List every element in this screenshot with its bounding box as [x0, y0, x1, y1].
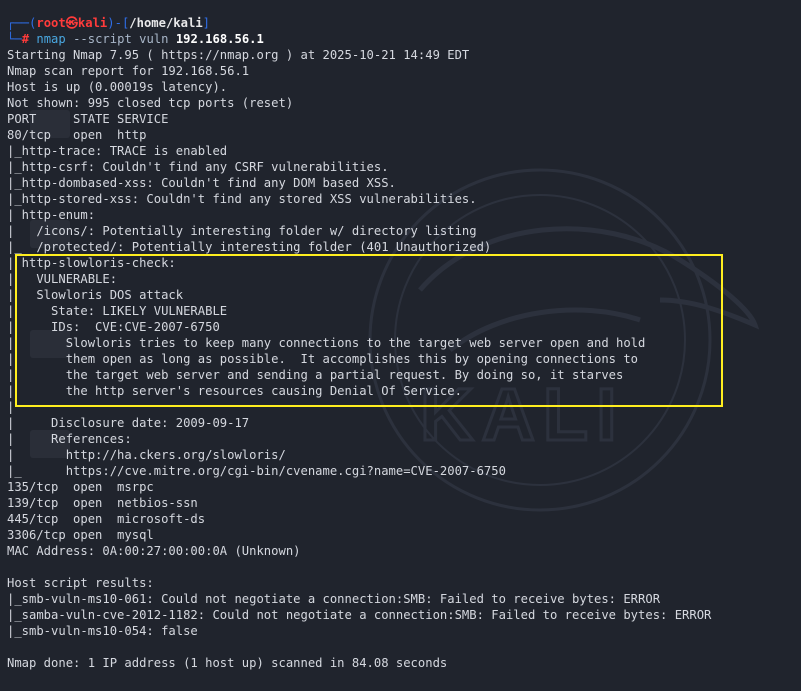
- output-line: 3306/tcp open mysql: [7, 528, 154, 542]
- output-line: |_http-stored-xss: Couldn't find any sto…: [7, 192, 477, 206]
- output-line: | the http server's resources causing De…: [7, 384, 462, 398]
- prompt-bracket-close: ]: [202, 16, 210, 30]
- output-line: | IDs: CVE:CVE-2007-6750: [7, 320, 220, 334]
- output-line: | Slowloris DOS attack: [7, 288, 184, 302]
- output-line: |_http-dombased-xss: Couldn't find any D…: [7, 176, 396, 190]
- output-line: | Disclosure date: 2009-09-17: [7, 416, 250, 430]
- command-options: --script vuln: [73, 32, 169, 46]
- output-line: 445/tcp open microsoft-ds: [7, 512, 206, 526]
- prompt-symbol: #: [21, 32, 30, 46]
- prompt-line2-prefix: └─: [7, 32, 22, 46]
- output-line: |: [7, 400, 15, 414]
- command-line[interactable]: └─# nmap --script vuln 192.168.56.1: [7, 31, 797, 47]
- prompt-host: kali: [77, 16, 108, 30]
- output-line: |_samba-vuln-cve-2012-1182: Could not ne…: [7, 608, 712, 622]
- output-line: | Slowloris tries to keep many connectio…: [7, 336, 646, 350]
- command-target: 192.168.56.1: [175, 32, 264, 46]
- prompt-bracket-open: ┌──(: [7, 16, 37, 30]
- output-line: 135/tcp open msrpc: [7, 480, 154, 494]
- prompt-cwd: /home/kali: [129, 16, 203, 30]
- output-line: Nmap scan report for 192.168.56.1: [7, 64, 250, 78]
- output-line: Not shown: 995 closed tcp ports (reset): [7, 96, 294, 110]
- output-line: | http-enum:: [7, 208, 96, 222]
- output-line: |_smb-vuln-ms10-061: Could not negotiate…: [7, 592, 661, 606]
- output-line: Host script results:: [7, 576, 154, 590]
- output-line: | http-slowloris-check:: [7, 256, 176, 270]
- output-line: Nmap done: 1 IP address (1 host up) scan…: [7, 656, 448, 670]
- output-line: |_ https://cve.mitre.org/cgi-bin/cvename…: [7, 464, 506, 478]
- output-line: |_http-csrf: Couldn't find any CSRF vuln…: [7, 160, 389, 174]
- terminal-output: ┌──(root㉿kali)-[/home/kali] └─# nmap --s…: [7, 15, 797, 685]
- scan-output: Starting Nmap 7.95 ( https://nmap.org ) …: [7, 47, 797, 671]
- output-line: Starting Nmap 7.95 ( https://nmap.org ) …: [7, 48, 470, 62]
- command-name: nmap: [36, 32, 66, 46]
- output-line: MAC Address: 0A:00:27:00:00:0A (Unknown): [7, 544, 301, 558]
- output-line: | /icons/: Potentially interesting folde…: [7, 224, 477, 238]
- output-line: | State: LIKELY VULNERABLE: [7, 304, 228, 318]
- output-line: 139/tcp open netbios-ssn: [7, 496, 198, 510]
- prompt-at: ㉿: [65, 16, 78, 30]
- output-line: | them open as long as possible. It acco…: [7, 352, 639, 366]
- prompt-bracket-mid: )-[: [107, 16, 130, 30]
- output-line: |_http-trace: TRACE is enabled: [7, 144, 228, 158]
- output-line: |_smb-vuln-ms10-054: false: [7, 624, 198, 638]
- output-line: | References:: [7, 432, 132, 446]
- prompt-user: root: [36, 16, 66, 30]
- output-line: | the target web server and sending a pa…: [7, 368, 624, 382]
- output-line: PORT STATE SERVICE: [7, 112, 169, 126]
- output-line: | VULNERABLE:: [7, 272, 118, 286]
- output-line: |_ /protected/: Potentially interesting …: [7, 240, 492, 254]
- output-line: | http://ha.ckers.org/slowloris/: [7, 448, 286, 462]
- prompt-line: ┌──(root㉿kali)-[/home/kali]: [7, 15, 797, 31]
- output-line: 80/tcp open http: [7, 128, 147, 142]
- terminal-window: { "prompt": { "bracket_open": "┌──(", "u…: [0, 0, 801, 691]
- output-line: Host is up (0.00019s latency).: [7, 80, 228, 94]
